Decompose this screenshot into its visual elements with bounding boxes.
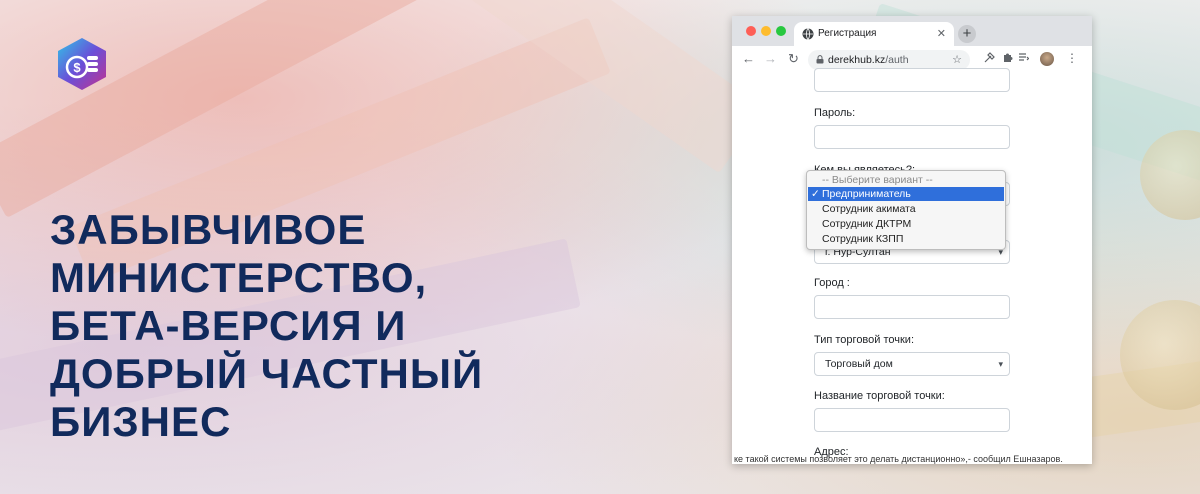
maximize-window-button[interactable] [776,26,786,36]
back-button[interactable]: ← [742,51,755,66]
url-path: /auth [885,54,909,66]
bookmark-star-icon[interactable]: ☆ [952,50,962,70]
forward-button[interactable]: → [764,51,777,66]
close-window-button[interactable] [746,26,756,36]
tab-registration[interactable]: Регистрация ✕ [794,22,954,46]
role-option-entrepreneur-label: Предприниматель [822,188,911,200]
headline-line-5: БИЗНЕС [50,398,232,445]
point-name-input[interactable] [814,408,1010,432]
previous-field-input[interactable] [814,68,1010,92]
extension-tool-icon[interactable] [984,52,995,66]
globe-icon [802,28,814,40]
headline-line-4: ДОБРЫЙ ЧАСТНЫЙ [50,350,484,397]
extensions-puzzle-icon[interactable] [1002,52,1013,66]
profile-avatar[interactable] [1040,52,1054,66]
point-name-label: Название торговой точки: [814,390,945,402]
headline-line-2: МИНИСТЕРСТВО, [50,254,428,301]
point-type-label: Тип торговой точки: [814,334,915,346]
password-input[interactable] [814,125,1010,149]
registration-page: Пароль: Кем вы являетесь?: ▾ г. Нур-Султ… [732,68,1092,464]
url-text: derekhub.kz/auth [828,50,909,70]
tab-title: Регистрация [818,28,877,39]
url-host: derekhub.kz [828,54,886,66]
role-option-akimat[interactable]: Сотрудник акимата [808,202,1004,216]
new-tab-button[interactable]: + [958,25,976,43]
address-bar[interactable]: derekhub.kz/auth ☆ [808,50,970,70]
close-tab-icon[interactable]: ✕ [937,22,946,46]
role-option-entrepreneur[interactable]: ✓ Предприниматель [808,187,1004,201]
role-dropdown-menu: -- Выберите вариант -- ✓ Предприниматель… [806,170,1006,250]
role-option-dktrm[interactable]: Сотрудник ДКТРМ [808,217,1004,231]
reload-button[interactable]: ↻ [788,51,799,67]
headline-line-3: БЕТА-ВЕРСИЯ И [50,302,407,349]
browser-window: Регистрация ✕ + ← → ↻ derekhub.kz/auth ☆… [732,16,1092,464]
headline-line-1: ЗАБЫВЧИВОЕ [50,206,367,253]
city-label: Город : [814,277,850,289]
browser-menu-icon[interactable]: ⋮ [1066,51,1078,65]
tab-bar: Регистрация ✕ + [732,16,1092,46]
point-type-select-value: Торговый дом [825,358,893,370]
background-article-text: ке такой системы позволяет это делать ди… [734,454,1063,464]
city-input[interactable] [814,295,1010,319]
bookmarks-list-icon[interactable] [1018,52,1030,66]
role-option-placeholder[interactable]: -- Выберите вариант -- [808,173,1004,187]
coins-dollar-logo: $ [54,36,110,92]
headline: ЗАБЫВЧИВОЕ МИНИСТЕРСТВО, БЕТА-ВЕРСИЯ И Д… [50,206,690,446]
check-icon: ✓ [811,188,820,200]
password-label: Пароль: [814,107,856,119]
svg-text:$: $ [73,60,81,75]
role-option-kzpp[interactable]: Сотрудник КЗПП [808,232,1004,246]
lock-icon [816,55,824,64]
minimize-window-button[interactable] [761,26,771,36]
point-type-select[interactable]: Торговый дом ▾ [814,352,1010,376]
